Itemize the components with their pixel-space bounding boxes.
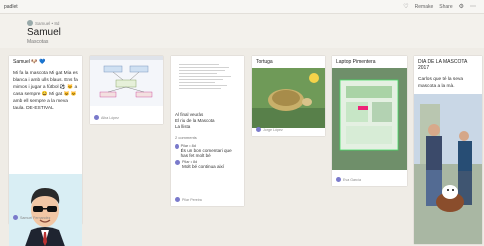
post-text: Mi fa la mascota Mi gat Mia es blanca i …: [13, 71, 78, 111]
post-card-3[interactable]: Al final veuràs El riu de la Mascota La …: [171, 56, 244, 206]
pet-photo-image[interactable]: [414, 94, 482, 244]
cartoon-avatar-image[interactable]: [9, 174, 82, 246]
comments-count[interactable]: 2 comments: [171, 132, 244, 143]
page-title: Samuel: [27, 27, 61, 38]
user-avatar-icon: [94, 115, 99, 120]
user-avatar-icon: [256, 127, 261, 132]
gear-icon[interactable]: ⚙: [459, 3, 464, 10]
share-button[interactable]: Share: [439, 4, 452, 10]
post-text: Carlos que té la seva mascota a la mà.: [418, 77, 464, 89]
post-card-6[interactable]: DIA DE LA MASCOTA 2017 Carlos que té la …: [414, 56, 482, 244]
diagram-screenshot-image[interactable]: [90, 56, 163, 106]
post-card-1[interactable]: Samuel 🐶 💙 Mi fa la mascota Mi gat Mia e…: [9, 56, 82, 246]
post-text: Al final veuràs El riu de la Mascota La …: [175, 112, 215, 129]
tortoise-drawing-image[interactable]: [252, 68, 325, 128]
avatar: [27, 20, 33, 26]
user-avatar-icon: [175, 197, 180, 202]
post-title: Laptop Pimentera: [336, 59, 376, 65]
page-subtitle: Mascotas: [27, 39, 49, 45]
comment-2: Pilar • 8d Molt bé continua així: [171, 159, 244, 170]
craft-project-image[interactable]: [332, 68, 407, 170]
post-footer: Alba López: [94, 115, 119, 120]
post-title: Tortuga: [256, 59, 273, 65]
top-actions: ♡ Remake Share ⚙ ⋯: [403, 3, 476, 11]
post-title: Samuel 🐶 💙: [13, 59, 46, 65]
post-footer: Pilar Pereira: [175, 197, 202, 202]
user-avatar-icon: [336, 177, 341, 182]
post-title: DIA DE LA MASCOTA 2017: [418, 59, 468, 71]
commenter-avatar-icon: [175, 144, 179, 149]
padlet-header: Samuel • 8d Samuel Mascotas: [0, 14, 484, 48]
post-footer: Jorge López: [256, 127, 283, 132]
heart-icon[interactable]: ♡: [403, 3, 408, 10]
comment-1: Pilar • 8d És un bon comentari que has f…: [171, 143, 244, 159]
top-bar: padlet ♡ Remake Share ⚙ ⋯: [0, 0, 484, 14]
post-card-4[interactable]: Tortuga Jorge López: [252, 56, 325, 136]
post-card-5[interactable]: Laptop Pimentera Eva García: [332, 56, 407, 186]
more-icon[interactable]: ⋯: [470, 3, 476, 10]
post-card-2[interactable]: Alba López: [90, 56, 163, 124]
commenter-avatar-icon: [175, 160, 180, 165]
user-avatar-icon: [13, 215, 18, 220]
author-label: Samuel • 8d: [35, 20, 60, 26]
post-footer: Samuel Fernandez: [13, 215, 50, 220]
document-preview[interactable]: [171, 56, 244, 110]
author-line: Samuel • 8d: [27, 20, 59, 26]
post-footer: Eva García: [336, 177, 361, 182]
brand-logo[interactable]: padlet: [4, 4, 18, 10]
remake-button[interactable]: Remake: [415, 4, 434, 10]
